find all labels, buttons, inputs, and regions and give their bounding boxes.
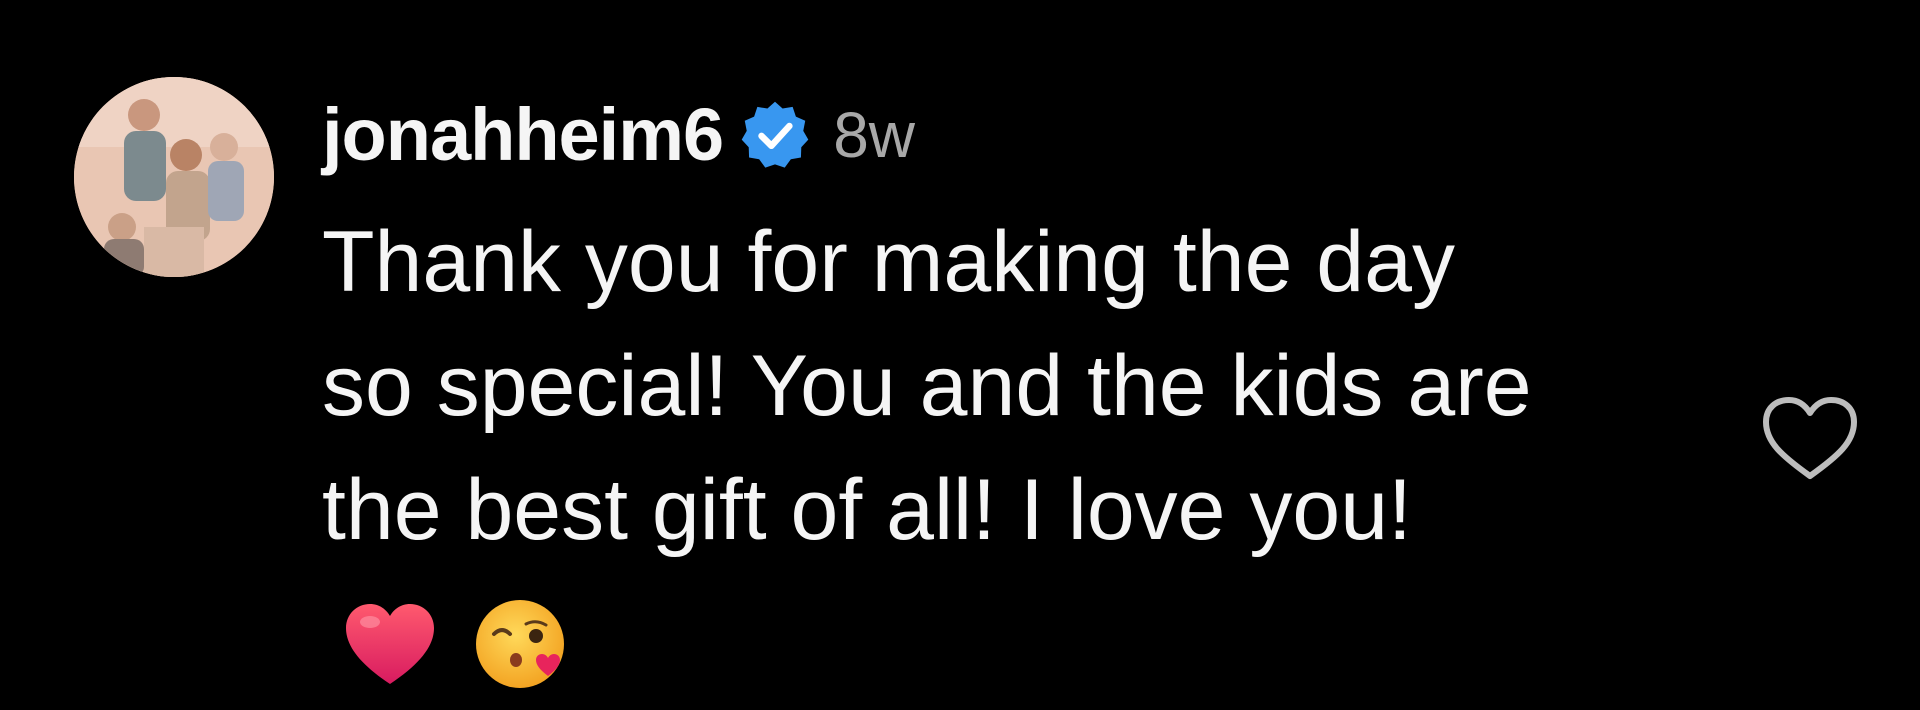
like-comment-button[interactable] bbox=[1758, 392, 1862, 484]
comment-timestamp[interactable]: 8w bbox=[833, 103, 915, 167]
red-heart-emoji bbox=[340, 594, 440, 694]
comment-item: jonahheim6 8w Thank you for making the d… bbox=[0, 0, 1920, 710]
comment-text-line: the best gift of all! I love you! bbox=[322, 462, 1412, 558]
verified-badge-icon bbox=[739, 99, 811, 171]
comment-text-line: Thank you for making the day bbox=[322, 214, 1455, 310]
avatar-photo bbox=[74, 77, 274, 277]
comment-text-line: so special! You and the kids are bbox=[322, 338, 1532, 434]
comment-emojis bbox=[322, 594, 1722, 694]
comment-text: Thank you for making the day so special!… bbox=[322, 200, 1722, 572]
username-link[interactable]: jonahheim6 bbox=[322, 98, 724, 172]
heart-outline-icon bbox=[1763, 397, 1857, 479]
comment-body: jonahheim6 8w Thank you for making the d… bbox=[322, 88, 1722, 694]
face-blowing-kiss-emoji bbox=[470, 594, 570, 694]
comment-header: jonahheim6 8w bbox=[322, 88, 1722, 182]
avatar[interactable] bbox=[74, 77, 274, 277]
